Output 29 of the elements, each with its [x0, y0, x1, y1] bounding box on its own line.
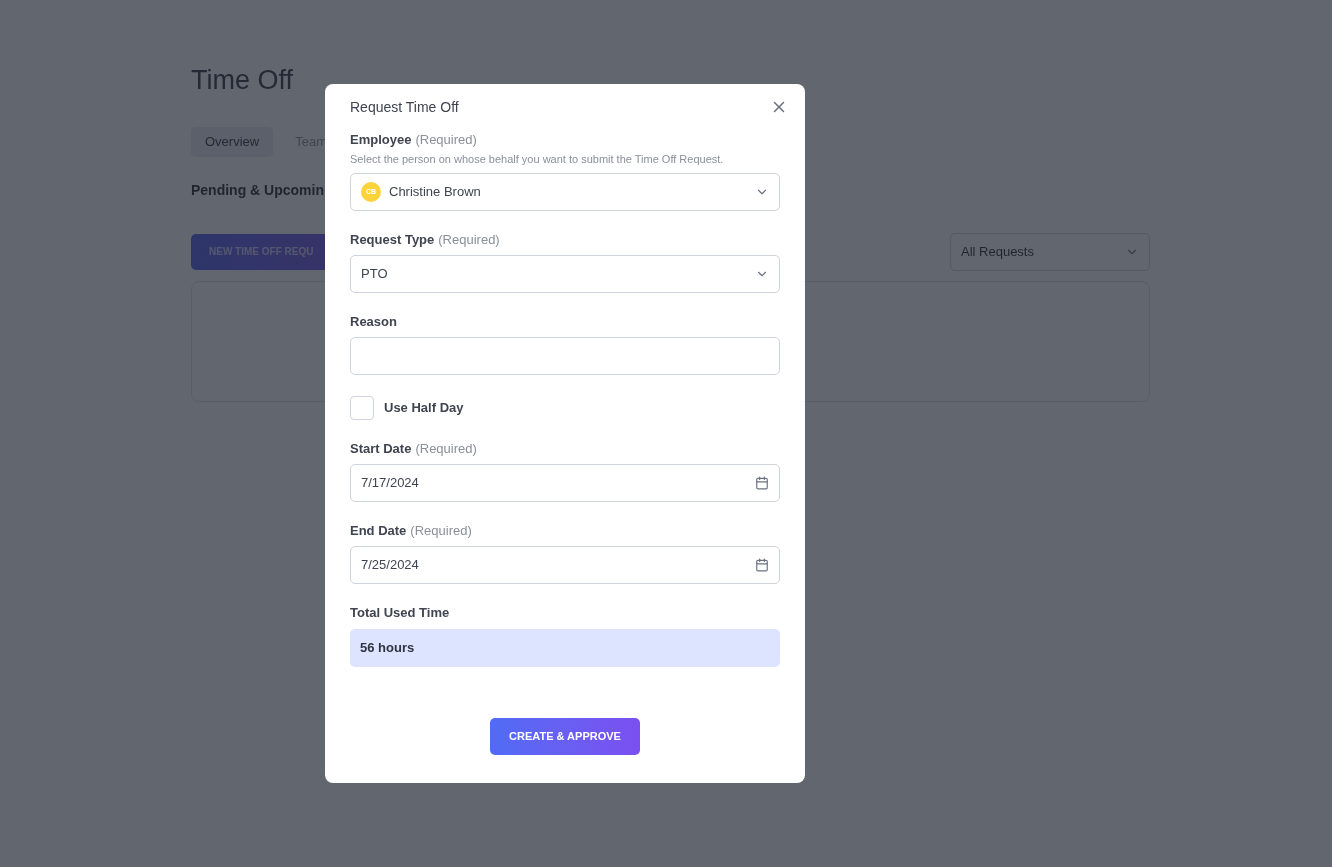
field-hint: Select the person on whose behalf you want to submit the Time Off Request. — [350, 152, 725, 166]
modal-title: Request Time Off — [350, 98, 459, 116]
page-title: Time Off — [191, 64, 294, 97]
field-label: Total Used Time — [350, 605, 450, 621]
field-label: Start Date — [350, 441, 412, 457]
create-approve-button[interactable]: CREATE & APPROVE — [490, 718, 640, 755]
calendar-icon — [755, 476, 769, 490]
date-field[interactable]: 7/25/2024 — [350, 546, 780, 584]
filter-value: All Requests — [961, 242, 1035, 261]
date-field[interactable]: 7/17/2024 — [350, 464, 780, 502]
calendar-icon — [755, 558, 769, 572]
select-value: PTO — [361, 265, 389, 284]
field-label: Request Type — [350, 232, 435, 248]
required-note: (Required) — [438, 232, 500, 248]
total-display: 56 hours — [350, 629, 780, 667]
required-note: (Required) — [415, 441, 477, 457]
field-label: End Date — [350, 523, 407, 539]
date-value: 7/25/2024 — [361, 556, 420, 575]
checkbox[interactable] — [350, 396, 374, 420]
section-heading: Pending & Upcomin — [191, 180, 324, 199]
select-field[interactable]: PTO — [350, 255, 780, 293]
field-label: Reason — [350, 314, 397, 330]
required-note: (Required) — [410, 523, 472, 539]
date-value: 7/17/2024 — [361, 474, 420, 493]
select-value: Christine Brown — [389, 183, 482, 202]
required-note: (Required) — [415, 132, 477, 148]
field-label: Employee — [350, 132, 412, 148]
input-field[interactable] — [350, 337, 780, 375]
checkbox-label: Use Half Day — [384, 399, 464, 418]
